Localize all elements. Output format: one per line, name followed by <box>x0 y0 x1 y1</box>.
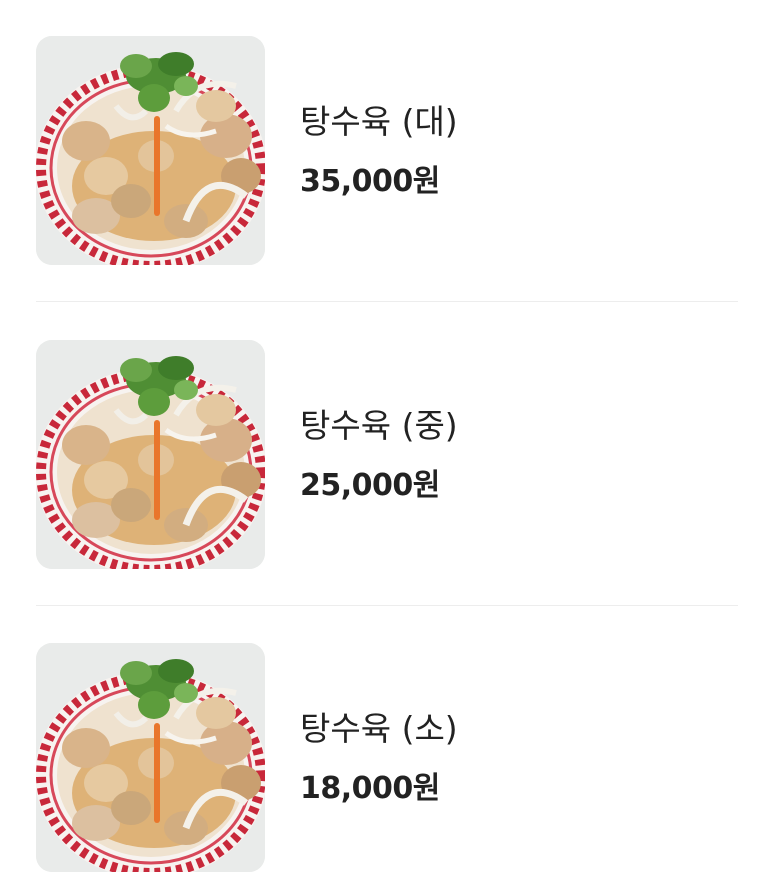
menu-item-price: 35,000원 <box>300 164 440 199</box>
menu-item-small[interactable]: 탕수육 (소) 18,000원 <box>0 643 773 873</box>
menu-item-name: 탕수육 (대) <box>300 102 458 141</box>
menu-item-price: 18,000원 <box>300 771 440 806</box>
menu-item-name: 탕수육 (소) <box>300 709 458 748</box>
menu-item-large[interactable]: 탕수육 (대) 35,000원 <box>0 36 773 266</box>
divider <box>36 605 738 606</box>
sweet-and-sour-pork-image <box>36 643 265 872</box>
menu-list: 탕수육 (대) 35,000원 탕수육 (중) 25,000원 탕수육 (소) … <box>0 0 773 892</box>
menu-item-medium[interactable]: 탕수육 (중) 25,000원 <box>0 340 773 570</box>
divider <box>36 301 738 302</box>
menu-item-price: 25,000원 <box>300 468 440 503</box>
sweet-and-sour-pork-image <box>36 340 265 569</box>
menu-item-photo[interactable] <box>36 340 265 569</box>
sweet-and-sour-pork-image <box>36 36 265 265</box>
menu-item-photo[interactable] <box>36 643 265 872</box>
menu-item-name: 탕수육 (중) <box>300 406 458 445</box>
menu-item-photo[interactable] <box>36 36 265 265</box>
